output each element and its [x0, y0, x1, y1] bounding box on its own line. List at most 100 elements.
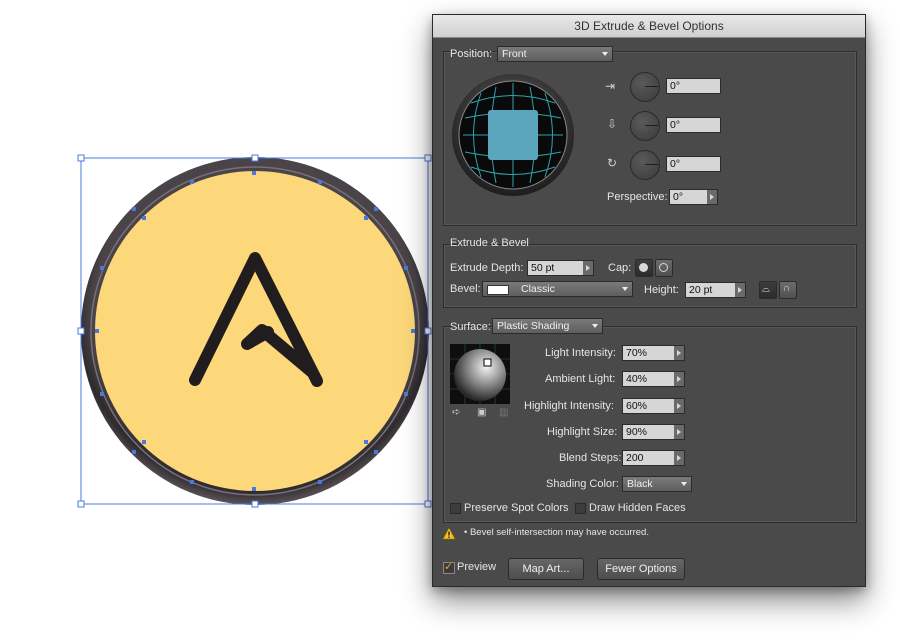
anchor-point[interactable]: [364, 216, 368, 220]
cube-front-face[interactable]: [488, 110, 538, 160]
resize-handle[interactable]: [424, 500, 432, 508]
new-light-icon[interactable]: ▣: [477, 407, 486, 418]
cap-off-button[interactable]: [655, 259, 673, 277]
bevel-dropdown-value: Classic: [521, 283, 555, 295]
anchor-point[interactable]: [318, 180, 322, 184]
chevron-down-icon: [622, 287, 628, 291]
resize-handle[interactable]: [251, 154, 259, 162]
cap-on-button[interactable]: [635, 259, 653, 277]
cap-on-icon: [639, 263, 648, 272]
anchor-point[interactable]: [374, 207, 378, 211]
dialog-title[interactable]: 3D Extrude & Bevel Options: [433, 15, 865, 38]
anchor-point[interactable]: [318, 480, 322, 484]
bevel-extent-out-button[interactable]: ∩: [779, 281, 797, 299]
lighting-sphere-preview[interactable]: [450, 344, 510, 404]
perspective-slider-button[interactable]: [707, 189, 718, 205]
bevel-extent-in-button[interactable]: ⌓: [759, 281, 777, 299]
highlight-size-field[interactable]: 90%: [622, 424, 675, 440]
highlight-intensity-field[interactable]: 60%: [622, 398, 675, 414]
rotation-track-cube[interactable]: [451, 73, 575, 197]
anchor-point[interactable]: [411, 329, 415, 333]
blend-steps-slider-button[interactable]: [674, 450, 685, 466]
highlight-size-slider-button[interactable]: [674, 424, 685, 440]
draw-hidden-faces-checkbox[interactable]: [575, 503, 586, 514]
map-art-button[interactable]: Map Art...: [508, 558, 584, 580]
light-intensity-slider-button[interactable]: [674, 345, 685, 361]
bevel-out-icon: ∩: [783, 283, 791, 294]
x-rotation-field[interactable]: 0°: [666, 78, 721, 94]
cap-off-icon: [659, 263, 668, 272]
extrude-depth-label: Extrude Depth:: [450, 262, 524, 274]
height-label: Height:: [644, 284, 679, 296]
preview-checkbox[interactable]: ✓: [443, 561, 455, 574]
resize-handle[interactable]: [77, 327, 85, 335]
perspective-field[interactable]: 0°: [669, 189, 708, 205]
x-rotation-knob[interactable]: [630, 72, 660, 102]
resize-handle[interactable]: [251, 500, 259, 508]
move-light-back-icon[interactable]: ➪: [452, 407, 460, 418]
preserve-spot-colors-label[interactable]: Preserve Spot Colors: [464, 502, 569, 514]
preview-label[interactable]: Preview: [457, 561, 496, 573]
blend-steps-field[interactable]: 200: [622, 450, 675, 466]
light-source-handle[interactable]: [483, 358, 492, 367]
anchor-point[interactable]: [95, 329, 99, 333]
z-axis-rotate-icon: ↻: [607, 156, 618, 170]
extrude-depth-field[interactable]: 50 pt: [527, 260, 584, 276]
z-rotation-knob[interactable]: [630, 150, 660, 180]
shading-color-dropdown[interactable]: Black: [622, 476, 692, 492]
anchor-point[interactable]: [132, 207, 136, 211]
anchor-point[interactable]: [364, 440, 368, 444]
ambient-light-label: Ambient Light:: [545, 373, 616, 385]
anchor-point[interactable]: [142, 216, 146, 220]
light-intensity-label: Light Intensity:: [545, 347, 616, 359]
y-axis-rotate-icon: ⇩: [607, 117, 618, 131]
anchor-point[interactable]: [142, 440, 146, 444]
extrude-bevel-section-title: Extrude & Bevel: [450, 237, 529, 249]
anchor-point[interactable]: [190, 480, 194, 484]
x-axis-rotate-icon: ⇥: [605, 79, 616, 93]
position-dropdown-value: Front: [502, 48, 527, 60]
surface-label: Surface:: [450, 321, 491, 333]
anchor-point[interactable]: [132, 450, 136, 454]
y-rotation-knob[interactable]: [630, 111, 660, 141]
extrude-bevel-dialog: 3D Extrude & Bevel Options Position: Fro…: [432, 14, 866, 587]
position-label: Position:: [450, 48, 493, 60]
preserve-spot-colors-checkbox[interactable]: [450, 503, 461, 514]
ambient-light-field[interactable]: 40%: [622, 371, 675, 387]
anchor-point[interactable]: [100, 392, 104, 396]
fewer-options-button[interactable]: Fewer Options: [597, 558, 685, 580]
resize-handle[interactable]: [77, 154, 85, 162]
bevel-dropdown[interactable]: Classic: [482, 281, 633, 297]
chevron-down-icon: [592, 324, 598, 328]
highlight-intensity-slider-button[interactable]: [674, 398, 685, 414]
draw-hidden-faces-label[interactable]: Draw Hidden Faces: [589, 502, 686, 514]
y-rotation-field[interactable]: 0°: [666, 117, 721, 133]
ambient-light-slider-button[interactable]: [674, 371, 685, 387]
cap-label: Cap:: [608, 262, 632, 274]
light-intensity-field[interactable]: 70%: [622, 345, 675, 361]
resize-handle[interactable]: [424, 327, 432, 335]
highlight-intensity-label: Highlight Intensity:: [524, 400, 614, 412]
chevron-down-icon: [602, 52, 608, 56]
anchor-point[interactable]: [374, 450, 378, 454]
delete-light-icon[interactable]: ▥: [499, 407, 508, 418]
anchor-point[interactable]: [252, 487, 256, 491]
blend-steps-label: Blend Steps:: [559, 452, 622, 464]
anchor-point[interactable]: [404, 392, 408, 396]
canvas-artwork[interactable]: [0, 0, 440, 560]
chevron-down-icon: [681, 482, 687, 486]
resize-handle[interactable]: [77, 500, 85, 508]
bevel-height-slider-button[interactable]: [735, 282, 746, 298]
bevel-height-field[interactable]: 20 pt: [685, 282, 736, 298]
position-dropdown[interactable]: Front: [497, 46, 613, 62]
bevel-swatch: [487, 285, 509, 295]
shading-color-value: Black: [627, 478, 653, 490]
anchor-point[interactable]: [190, 180, 194, 184]
anchor-point[interactable]: [252, 171, 256, 175]
resize-handle[interactable]: [424, 154, 432, 162]
anchor-point[interactable]: [100, 266, 104, 270]
surface-dropdown[interactable]: Plastic Shading: [492, 318, 603, 334]
extrude-depth-slider-button[interactable]: [583, 260, 594, 276]
z-rotation-field[interactable]: 0°: [666, 156, 721, 172]
anchor-point[interactable]: [404, 266, 408, 270]
